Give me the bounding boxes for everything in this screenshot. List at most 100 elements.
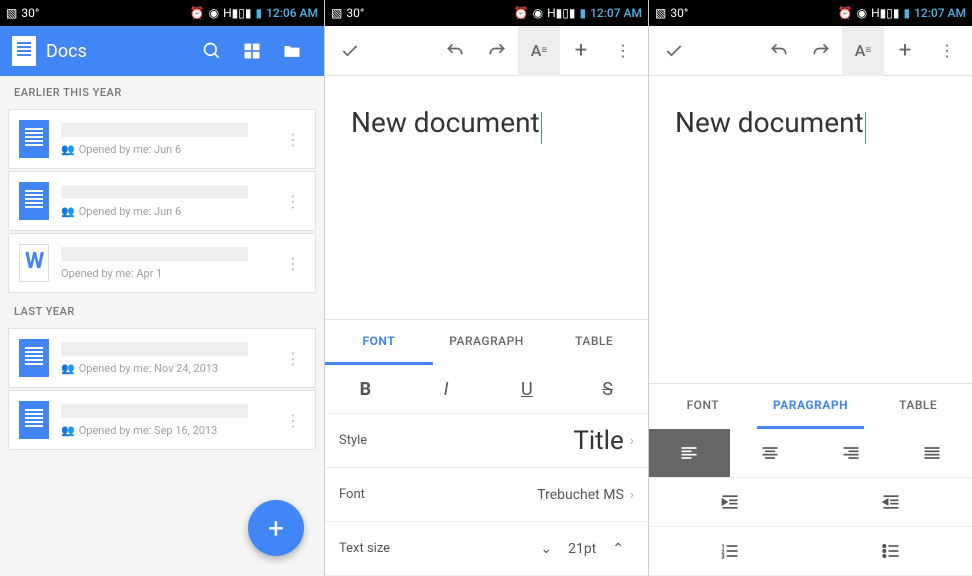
- wifi-icon: ◉: [533, 6, 543, 20]
- clock: 12:06 AM: [266, 6, 318, 20]
- align-right-button[interactable]: [811, 429, 892, 477]
- font-value: Trebuchet MS: [537, 487, 624, 503]
- temperature: 30°: [21, 6, 39, 20]
- doc-title-redacted: [61, 404, 248, 418]
- tab-font[interactable]: FONT: [649, 384, 757, 429]
- doc-item[interactable]: 👥Opened by me: Sep 16, 2013 ⋮: [8, 390, 316, 450]
- clock: 12:07 AM: [914, 6, 966, 20]
- new-document-fab[interactable]: +: [248, 500, 304, 556]
- alignment-row: [649, 429, 972, 478]
- text-style-row: B I U S: [325, 365, 648, 414]
- indent-increase-button[interactable]: [649, 478, 811, 526]
- doc-menu-button[interactable]: ⋮: [281, 349, 305, 368]
- section-earlier: EARLIER THIS YEAR: [0, 76, 324, 109]
- word-file-icon: [19, 244, 49, 282]
- wifi-icon: ◉: [857, 6, 867, 20]
- doc-item[interactable]: 👥Opened by me: Nov 24, 2013 ⋮: [8, 328, 316, 388]
- text-size-setting: Text size ⌄ 21pt ⌃: [325, 522, 648, 576]
- status-bar: ▧30° ⏰◉H▮▯▮▮12:07 AM: [325, 0, 648, 26]
- status-bar: ▧30° ⏰ ◉ H▮▯▮ ▮ 12:06 AM: [0, 0, 324, 26]
- font-setting[interactable]: Font Trebuchet MS›: [325, 468, 648, 522]
- doc-item[interactable]: Opened by me: Apr 1 ⋮: [8, 233, 316, 293]
- text-cursor: [541, 112, 542, 144]
- editor-paragraph-panel: ▧ 30° ⏰ ◉ H▮▯▮ ▮12:07 AM A≡ + ⋮ New document…: [648, 0, 972, 576]
- shared-icon: 👥: [61, 143, 75, 156]
- style-value: Title: [573, 426, 623, 456]
- grid-view-button[interactable]: [232, 31, 272, 71]
- app-title: Docs: [46, 41, 192, 62]
- doc-item[interactable]: 👥 Opened by me: Jun 6 ⋮: [8, 109, 316, 169]
- format-button[interactable]: A≡: [842, 26, 884, 76]
- insert-button[interactable]: +: [884, 26, 926, 76]
- doc-menu-button[interactable]: ⋮: [281, 192, 305, 211]
- chevron-right-icon: ›: [630, 487, 634, 503]
- undo-button[interactable]: [758, 26, 800, 76]
- section-last-year: LAST YEAR: [0, 295, 324, 328]
- editor-toolbar: A≡ + ⋮: [649, 26, 972, 76]
- doc-meta: Opened by me: Jun 6: [79, 143, 181, 156]
- docs-file-icon: [19, 401, 49, 439]
- tab-table[interactable]: TABLE: [864, 384, 972, 429]
- overflow-menu-button[interactable]: ⋮: [926, 26, 968, 76]
- done-button[interactable]: [329, 26, 371, 76]
- align-justify-button[interactable]: [891, 429, 972, 477]
- picture-icon: ▧: [655, 6, 666, 20]
- format-button[interactable]: A≡: [518, 26, 560, 76]
- doc-title-redacted: [61, 123, 248, 137]
- strikethrough-button[interactable]: S: [567, 365, 648, 413]
- doc-menu-button[interactable]: ⋮: [281, 254, 305, 273]
- battery-icon: ▮: [904, 6, 911, 20]
- tab-table[interactable]: TABLE: [540, 320, 648, 365]
- doc-menu-button[interactable]: ⋮: [281, 411, 305, 430]
- document-text: New document: [351, 106, 540, 139]
- style-setting[interactable]: Style Title›: [325, 414, 648, 468]
- redo-button[interactable]: [800, 26, 842, 76]
- docs-file-icon: [19, 182, 49, 220]
- align-center-button[interactable]: [730, 429, 811, 477]
- doc-title-redacted: [61, 342, 248, 356]
- signal-icon: H▮▯▮: [871, 6, 899, 20]
- wifi-icon: ◉: [209, 6, 219, 20]
- align-left-button[interactable]: [649, 429, 730, 477]
- folder-button[interactable]: [272, 31, 312, 71]
- document-body[interactable]: New document: [649, 76, 972, 383]
- document-body[interactable]: New document: [325, 76, 648, 319]
- doc-meta: Opened by me: Apr 1: [61, 267, 162, 280]
- style-label: Style: [339, 433, 573, 448]
- picture-icon: ▧: [331, 6, 342, 20]
- format-tabs: FONT PARAGRAPH TABLE: [649, 383, 972, 429]
- decrease-size-button[interactable]: ⌄: [530, 541, 562, 557]
- clock: 12:07 AM: [590, 6, 642, 20]
- tab-paragraph[interactable]: PARAGRAPH: [433, 320, 541, 365]
- alarm-icon: ⏰: [838, 6, 853, 20]
- redo-button[interactable]: [476, 26, 518, 76]
- doc-meta: Opened by me: Sep 16, 2013: [79, 424, 218, 437]
- bold-button[interactable]: B: [325, 365, 406, 413]
- tab-font[interactable]: FONT: [325, 320, 433, 365]
- battery-icon: ▮: [256, 6, 263, 20]
- list-row: 123: [649, 527, 972, 576]
- temperature: 30°: [670, 6, 688, 20]
- italic-button[interactable]: I: [406, 365, 487, 413]
- done-button[interactable]: [653, 26, 695, 76]
- doc-item[interactable]: 👥Opened by me: Jun 6 ⋮: [8, 171, 316, 231]
- doc-menu-button[interactable]: ⋮: [281, 130, 305, 149]
- numbered-list-button[interactable]: 123: [649, 527, 811, 575]
- increase-size-button[interactable]: ⌃: [602, 541, 634, 557]
- search-button[interactable]: [192, 31, 232, 71]
- doc-title-redacted: [61, 247, 248, 261]
- bullet-list-button[interactable]: [811, 527, 972, 575]
- doc-title-redacted: [61, 185, 248, 199]
- docs-logo-icon: [12, 36, 36, 66]
- text-cursor: [865, 112, 866, 144]
- app-bar: Docs: [0, 26, 324, 76]
- docs-file-icon: [19, 120, 49, 158]
- underline-button[interactable]: U: [487, 365, 568, 413]
- indent-decrease-button[interactable]: [811, 478, 972, 526]
- alarm-icon: ⏰: [514, 6, 529, 20]
- docs-list-panel: ▧30° ⏰ ◉ H▮▯▮ ▮ 12:06 AM Docs EARLIER TH…: [0, 0, 324, 576]
- tab-paragraph[interactable]: PARAGRAPH: [757, 384, 865, 429]
- insert-button[interactable]: +: [560, 26, 602, 76]
- undo-button[interactable]: [434, 26, 476, 76]
- overflow-menu-button[interactable]: ⋮: [602, 26, 644, 76]
